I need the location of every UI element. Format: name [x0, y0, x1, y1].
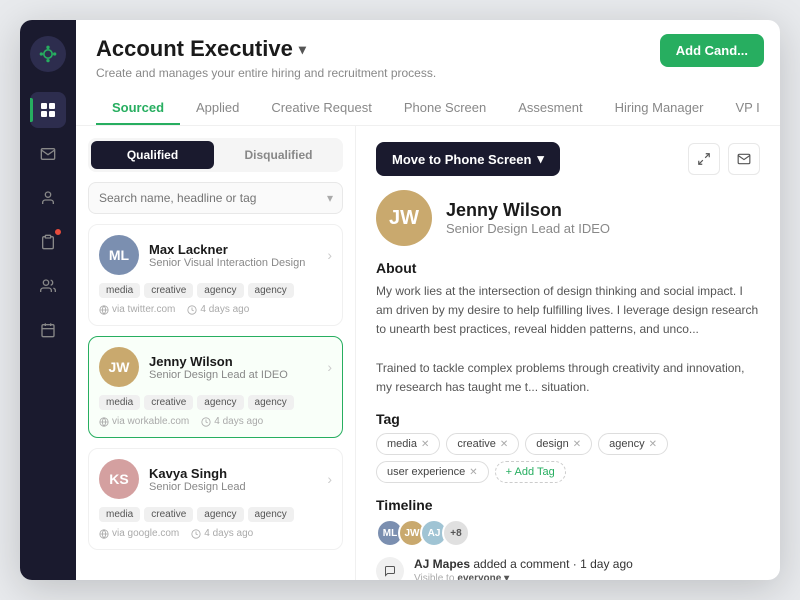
about-section: About My work lies at the intersection o…: [376, 260, 760, 397]
timeline-text-1: AJ Mapes added a comment · 1 day ago: [414, 557, 760, 571]
detail-tag-ux: user experience ✕: [376, 461, 489, 483]
tags-section: Tag media ✕ creative ✕ design ✕ agency ✕…: [376, 411, 760, 483]
sidebar-item-inbox[interactable]: [30, 136, 66, 172]
detail-action-bar: Move to Phone Screen ▾: [376, 142, 760, 176]
page-title: Account Executive ▾: [96, 36, 306, 62]
tag-agency2: agency: [248, 283, 294, 298]
sidebar-item-team[interactable]: [30, 268, 66, 304]
tag-creative: creative: [144, 283, 193, 298]
search-input[interactable]: [88, 182, 343, 214]
source-max: via twitter.com: [99, 304, 175, 315]
sidebar: [20, 20, 76, 580]
email-icon[interactable]: [728, 143, 760, 175]
tag-media: media: [99, 283, 140, 298]
candidate-title-jenny: Senior Design Lead at IDEO: [149, 369, 317, 381]
tag-agency1: agency: [197, 283, 243, 298]
profile-avatar: JW: [376, 190, 432, 246]
tab-applied[interactable]: Applied: [180, 92, 255, 125]
candidate-name-kavya: Kavya Singh: [149, 466, 317, 481]
remove-tag-ux[interactable]: ✕: [469, 467, 477, 478]
sidebar-item-profile[interactable]: [30, 180, 66, 216]
remove-tag-media[interactable]: ✕: [421, 439, 429, 450]
remove-tag-agency[interactable]: ✕: [649, 439, 657, 450]
timeline-comment-icon: [376, 557, 404, 580]
tab-hiring[interactable]: Hiring Manager: [599, 92, 720, 125]
qualified-toggle[interactable]: Qualified: [91, 141, 214, 169]
title-chevron-icon[interactable]: ▾: [299, 41, 306, 58]
tab-bar: Sourced Applied Creative Request Phone S…: [96, 92, 760, 125]
filter-toggle-group: Qualified Disqualified: [88, 138, 343, 172]
remove-tag-creative[interactable]: ✕: [500, 439, 508, 450]
candidate-tags-max: media creative agency agency: [99, 283, 332, 298]
sidebar-item-tasks[interactable]: [30, 224, 66, 260]
candidate-meta-kavya: via google.com 4 days ago: [99, 528, 332, 539]
tab-assessment[interactable]: Assesment: [502, 92, 598, 125]
timeline-more-badge: +8: [442, 519, 470, 547]
search-chevron-icon: ▾: [327, 191, 333, 205]
candidate-card-jenny[interactable]: JW Jenny Wilson Senior Design Lead at ID…: [88, 336, 343, 438]
add-tag-button[interactable]: + Add Tag: [495, 461, 566, 483]
page-subtitle: Create and manages your entire hiring an…: [96, 66, 760, 80]
card-chevron-jenny: ›: [327, 359, 332, 375]
visibility-scope-1[interactable]: everyone ▾: [457, 573, 509, 580]
detail-tag-media: media ✕: [376, 433, 440, 455]
candidate-meta-max: via twitter.com 4 days ago: [99, 304, 332, 315]
tab-vp[interactable]: VP Interview: [719, 92, 760, 125]
candidate-card-kavya[interactable]: KS Kavya Singh Senior Design Lead › medi…: [88, 448, 343, 550]
about-title: About: [376, 260, 760, 276]
visibility-note-1: Visible to everyone ▾: [414, 573, 760, 580]
tab-sourced[interactable]: Sourced: [96, 92, 180, 125]
tab-phone[interactable]: Phone Screen: [388, 92, 502, 125]
search-container: ▾: [88, 182, 343, 214]
about-text: My work lies at the intersection of desi…: [376, 282, 760, 397]
detail-tag-agency: agency ✕: [598, 433, 668, 455]
timeline-entry-1: AJ Mapes added a comment · 1 day ago Vis…: [376, 557, 760, 580]
detail-panel: Move to Phone Screen ▾ JW: [356, 126, 780, 580]
candidate-tags-jenny: media creative agency agency: [99, 395, 332, 410]
detail-tags: media ✕ creative ✕ design ✕ agency ✕ use…: [376, 433, 760, 483]
card-chevron-max: ›: [327, 247, 332, 263]
sidebar-logo[interactable]: [30, 36, 66, 72]
candidate-card-max[interactable]: ML Max Lackner Senior Visual Interaction…: [88, 224, 343, 326]
candidates-panel: Qualified Disqualified ▾ ML Max Lackner …: [76, 126, 356, 580]
candidate-name-max: Max Lackner: [149, 242, 317, 257]
avatar-max: ML: [99, 235, 139, 275]
title-text: Account Executive: [96, 36, 293, 62]
avatar-jenny: JW: [99, 347, 139, 387]
expand-icon[interactable]: [688, 143, 720, 175]
profile-name: Jenny Wilson: [446, 200, 610, 221]
move-chevron-icon: ▾: [537, 151, 544, 167]
disqualified-toggle[interactable]: Disqualified: [217, 141, 340, 169]
detail-tag-creative: creative ✕: [446, 433, 519, 455]
detail-tag-design: design ✕: [525, 433, 592, 455]
candidate-meta-jenny: via workable.com 4 days ago: [99, 416, 332, 427]
add-candidate-button[interactable]: Add Cand...: [660, 34, 764, 67]
sidebar-item-calendar[interactable]: [30, 312, 66, 348]
time-max: 4 days ago: [187, 304, 249, 315]
candidate-tags-kavya: media creative agency agency: [99, 507, 332, 522]
tab-creative[interactable]: Creative Request: [255, 92, 387, 125]
profile-subtitle: Senior Design Lead at IDEO: [446, 221, 610, 236]
candidate-name-jenny: Jenny Wilson: [149, 354, 317, 369]
remove-tag-design[interactable]: ✕: [573, 439, 581, 450]
sidebar-item-grid[interactable]: [30, 92, 66, 128]
profile-header: JW Jenny Wilson Senior Design Lead at ID…: [376, 190, 760, 246]
candidate-title-max: Senior Visual Interaction Design: [149, 257, 317, 269]
action-icons: [688, 143, 760, 175]
timeline-avatars: ML JW AJ +8: [376, 519, 760, 547]
main-content: Add Cand... Account Executive ▾ Create a…: [76, 20, 780, 580]
timeline-section: Timeline ML JW AJ +8: [376, 497, 760, 580]
avatar-kavya: KS: [99, 459, 139, 499]
card-chevron-kavya: ›: [327, 471, 332, 487]
candidate-title-kavya: Senior Design Lead: [149, 481, 317, 493]
tag-section-title: Tag: [376, 411, 760, 427]
body-area: Qualified Disqualified ▾ ML Max Lackner …: [76, 126, 780, 580]
move-to-phone-button[interactable]: Move to Phone Screen ▾: [376, 142, 560, 176]
timeline-title: Timeline: [376, 497, 760, 513]
